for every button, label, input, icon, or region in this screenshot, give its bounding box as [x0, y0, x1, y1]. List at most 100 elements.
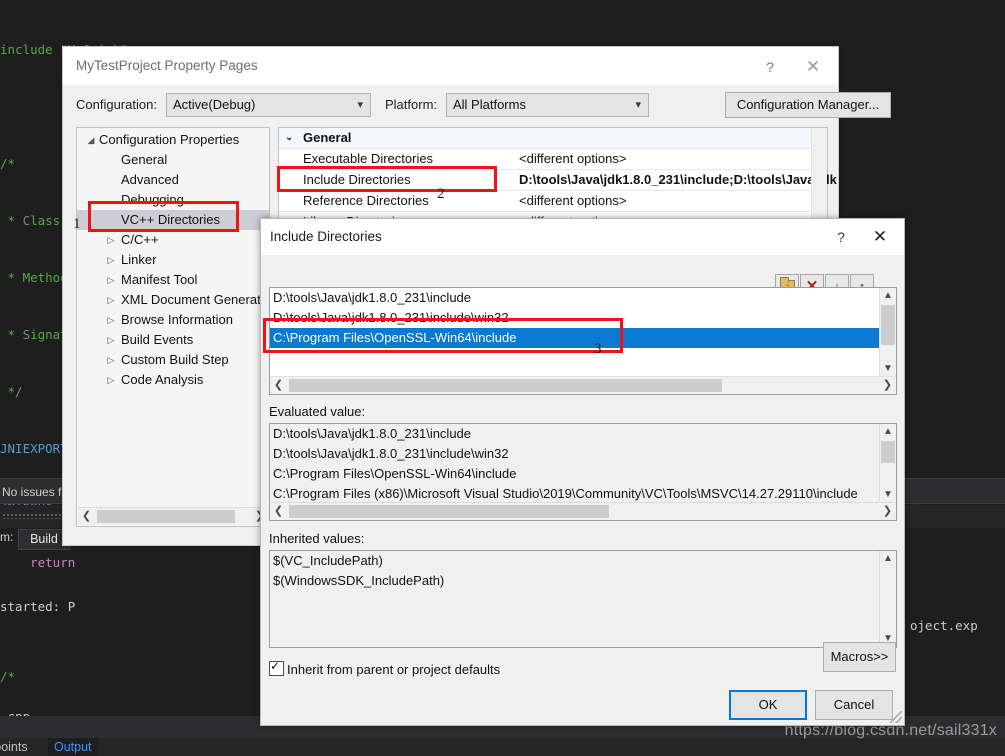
tree-node-vcpp-directories[interactable]: VC++ Directories [77, 210, 269, 230]
tab-output[interactable]: Output [48, 738, 98, 756]
include-dialog-toolbar[interactable]: ✦ ✕ ↓ ↑ [261, 255, 904, 298]
triangle-right-icon: ▷ [107, 315, 115, 325]
close-icon[interactable]: ✕ [796, 55, 830, 79]
evaluated-horizontal-scrollbar[interactable]: ❮ ❯ [270, 502, 896, 520]
property-row-executable-directories[interactable]: Executable Directories <different option… [279, 149, 827, 170]
tree-horizontal-scrollbar[interactable]: ❮ ❯ [78, 507, 268, 525]
property-group-header-general[interactable]: ⌄ General [279, 128, 827, 149]
tree-node-label: Browse Information [121, 312, 233, 327]
tree-node-label: VC++ Directories [121, 212, 220, 227]
tree-node-code-analysis[interactable]: ▷ Code Analysis [77, 370, 269, 390]
screenshot-root: include "MyJni.h" /* * Class: * Method: … [0, 0, 1005, 756]
list-item[interactable]: D:\tools\Java\jdk1.8.0_231\include\win32 [270, 308, 896, 328]
tree-node-c-cpp[interactable]: ▷ C/C++ [77, 230, 269, 250]
chevron-down-icon: ▾ [635, 99, 641, 111]
property-row-include-directories[interactable]: Include Directories D:\tools\Java\jdk1.8… [279, 170, 837, 191]
property-pages-titlebar[interactable]: MyTestProject Property Pages ? ✕ [63, 47, 838, 86]
scrollbar-thumb[interactable] [289, 505, 609, 518]
scrollbar-thumb[interactable] [97, 510, 235, 523]
tree-node-build-events[interactable]: ▷ Build Events [77, 330, 269, 350]
inherit-defaults-checkbox-row[interactable]: Inherit from parent or project defaults [269, 658, 501, 677]
tree-node-label: Manifest Tool [121, 272, 198, 287]
inherit-defaults-label: Inherit from parent or project defaults [287, 662, 501, 677]
tree-node-custom-build-step[interactable]: ▷ Custom Build Step [77, 350, 269, 370]
scroll-down-icon[interactable]: ▼ [880, 361, 896, 377]
scroll-right-icon[interactable]: ❯ [879, 503, 896, 520]
help-icon[interactable]: ? [759, 56, 781, 78]
scroll-left-icon[interactable]: ❮ [270, 377, 287, 394]
cancel-button[interactable]: Cancel [815, 690, 893, 720]
tree-node-label: Custom Build Step [121, 352, 229, 367]
close-icon[interactable]: ✕ [866, 225, 894, 249]
help-icon[interactable]: ? [830, 226, 852, 248]
platform-label: Platform: [385, 97, 438, 112]
tree-node-advanced[interactable]: Advanced [77, 170, 269, 190]
properties-tree[interactable]: ◢ Configuration Properties General Advan… [77, 130, 269, 390]
triangle-right-icon: ▷ [107, 275, 115, 285]
include-directories-dialog[interactable]: Include Directories ? ✕ ✦ ✕ ↓ ↑ D:\tools… [260, 218, 905, 726]
ok-button[interactable]: OK [729, 690, 807, 720]
resize-grip-icon[interactable] [890, 711, 902, 723]
tree-node-manifest-tool[interactable]: ▷ Manifest Tool [77, 270, 269, 290]
property-name: Executable Directories [303, 151, 434, 166]
tree-node-label: General [121, 152, 168, 167]
property-row-reference-directories[interactable]: Reference Directories <different options… [279, 191, 827, 212]
include-directories-list[interactable]: D:\tools\Java\jdk1.8.0_231\include D:\to… [269, 287, 897, 395]
configuration-dropdown[interactable]: Active(Debug) ▾ [166, 93, 371, 117]
tree-node-xml-document-generator[interactable]: ▷ XML Document Generat [77, 290, 269, 310]
list-item-selected[interactable]: C:\Program Files\OpenSSL-Win64\include [270, 328, 896, 348]
configuration-row: Configuration: Active(Debug) ▾ Platform:… [63, 86, 891, 122]
tab-breakpoints[interactable]: kpoints [0, 738, 34, 756]
configuration-manager-button[interactable]: Configuration Manager... [725, 92, 891, 118]
inherited-values-label: Inherited values: [269, 531, 365, 546]
tree-node-general[interactable]: General [77, 150, 269, 170]
evaluated-line: C:\Program Files\OpenSSL-Win64\include [273, 466, 517, 481]
property-name: Include Directories [303, 172, 411, 187]
include-dialog-titlebar[interactable]: Include Directories ? ✕ [261, 219, 904, 255]
scrollbar-thumb[interactable] [881, 441, 895, 463]
tree-node-debugging[interactable]: Debugging [77, 190, 269, 210]
scroll-up-icon[interactable]: ▲ [880, 424, 896, 440]
scroll-left-icon[interactable]: ❮ [270, 503, 287, 520]
scroll-up-icon[interactable]: ▲ [880, 551, 896, 567]
property-name: Reference Directories [303, 193, 429, 208]
evaluated-value-label: Evaluated value: [269, 404, 366, 419]
evaluated-vertical-scrollbar[interactable]: ▲ ▼ [879, 424, 896, 503]
scrollbar-thumb[interactable] [289, 379, 722, 392]
evaluated-value-box[interactable]: D:\tools\Java\jdk1.8.0_231\include D:\to… [269, 423, 897, 521]
chevron-down-icon: ⌄ [285, 132, 294, 143]
list-horizontal-scrollbar[interactable]: ❮ ❯ [270, 376, 896, 394]
platform-dropdown[interactable]: All Platforms ▾ [446, 93, 649, 117]
triangle-right-icon: ▷ [107, 355, 115, 365]
evaluated-line: D:\tools\Java\jdk1.8.0_231\include\win32 [273, 446, 509, 461]
tree-node-label: Linker [121, 252, 157, 267]
scroll-down-icon[interactable]: ▼ [880, 487, 896, 503]
tree-node-configuration-properties[interactable]: ◢ Configuration Properties [77, 130, 269, 150]
tree-node-linker[interactable]: ▷ Linker [77, 250, 269, 270]
tree-node-label: Configuration Properties [99, 132, 240, 147]
tree-node-label: Debugging [121, 192, 184, 207]
triangle-right-icon: ▷ [107, 335, 115, 345]
inherited-line: $(WindowsSDK_IncludePath) [273, 573, 445, 588]
tree-node-browse-information[interactable]: ▷ Browse Information [77, 310, 269, 330]
inherited-vertical-scrollbar[interactable]: ▲ ▼ [879, 551, 896, 647]
platform-value: All Platforms [453, 97, 526, 112]
evaluated-line: D:\tools\Java\jdk1.8.0_231\include [273, 426, 472, 441]
scroll-left-icon[interactable]: ❮ [78, 508, 95, 525]
inherited-values-box[interactable]: $(VC_IncludePath) $(WindowsSDK_IncludePa… [269, 550, 897, 648]
output-source-label: m: [0, 530, 14, 544]
macros-button[interactable]: Macros>> [823, 642, 896, 672]
properties-tree-pane[interactable]: ◢ Configuration Properties General Advan… [76, 127, 270, 527]
scrollbar-thumb[interactable] [881, 305, 895, 345]
include-dialog-title: Include Directories [270, 229, 382, 244]
checkbox-checked-icon[interactable] [269, 658, 284, 676]
property-pages-title: MyTestProject Property Pages [76, 58, 258, 73]
tree-node-label: C/C++ [121, 232, 159, 247]
list-vertical-scrollbar[interactable]: ▲ ▼ [879, 288, 896, 377]
scroll-right-icon[interactable]: ❯ [879, 377, 896, 394]
output-tabbar[interactable]: kpoints Output [0, 738, 1005, 756]
tree-node-label: Advanced [121, 172, 179, 187]
list-item[interactable]: D:\tools\Java\jdk1.8.0_231\include [270, 288, 896, 308]
scroll-up-icon[interactable]: ▲ [880, 288, 896, 304]
property-value: D:\tools\Java\jdk1.8.0_231\include;D:\to… [519, 172, 837, 187]
